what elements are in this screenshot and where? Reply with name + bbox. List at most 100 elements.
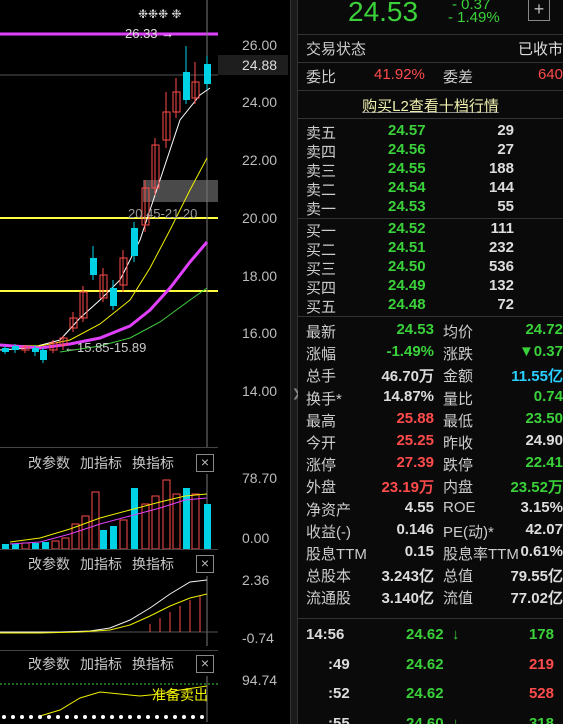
edit-params-button[interactable]: 改参数	[28, 654, 70, 674]
bid-row[interactable]: 买四 24.49 132	[298, 277, 563, 297]
level-price: 24.57	[388, 122, 426, 139]
tick-row[interactable]: :55 24.60 ↓ 318	[298, 715, 563, 724]
macd-chart[interactable]	[0, 576, 218, 646]
trade-status-row: 交易状态 已收市	[298, 38, 563, 60]
stat-label: 换手*	[306, 390, 342, 408]
panel-divider[interactable]: ❯	[290, 0, 301, 724]
stat-value: 3.243亿	[381, 568, 434, 586]
level-price: 24.49	[388, 277, 426, 294]
level-volume: 232	[488, 239, 514, 256]
stat-label: 总值	[443, 568, 474, 586]
bid-row[interactable]: 买一 24.52 111	[298, 220, 563, 240]
level-label: 卖五	[306, 125, 337, 142]
signal-dot	[83, 715, 87, 719]
candle	[183, 46, 190, 104]
add-indicator-button[interactable]: 加指标	[80, 554, 122, 574]
signal-dot	[56, 715, 60, 719]
level-volume: 111	[490, 220, 514, 237]
bid-row[interactable]: 买五 24.48 72	[298, 296, 563, 316]
price-axis-label: 26.00	[242, 37, 278, 53]
level-label: 买一	[306, 223, 337, 240]
price-change-pct: - 1.49%	[448, 9, 500, 26]
macd-axis-top: 2.36	[242, 572, 270, 588]
add-indicator-button[interactable]: 加指标	[80, 453, 122, 473]
tick-volume: 318	[528, 714, 554, 724]
macd-dea-line	[0, 593, 208, 634]
tick-row[interactable]: :52 24.62 528	[298, 685, 563, 707]
volume-bar	[162, 479, 171, 549]
add-indicator-button[interactable]: 加指标	[80, 654, 122, 674]
stat-row: 最高 25.88 最低 23.50	[298, 410, 563, 430]
switch-indicator-button[interactable]: 换指标	[132, 453, 174, 473]
l2-upgrade-link[interactable]: 购买L2查看十档行情	[362, 98, 499, 115]
stat-value: 25.25	[396, 432, 434, 449]
price-axis-label: 14.00	[242, 383, 278, 399]
stat-value: 79.55亿	[510, 568, 563, 586]
chart-area[interactable]: ❉❉❉ ❉ 26.33 → 20.45-21.20 ←15.85-15.89 2…	[0, 0, 290, 724]
tick-volume: 178	[528, 626, 554, 643]
collapse-arrow-icon[interactable]: ❯	[292, 382, 301, 406]
tick-price: 24.62	[406, 685, 444, 702]
stat-value: 0.61%	[520, 543, 563, 560]
signal-chart[interactable]: 准备卖出	[0, 676, 218, 722]
level-price: 24.51	[388, 239, 426, 256]
quote-header: 24.53 - 0.37 - 1.49% +	[298, 0, 563, 28]
ask-row[interactable]: 卖五 24.57 29	[298, 122, 563, 142]
panel-separator	[0, 549, 218, 550]
signal-dot	[101, 715, 105, 719]
volume-axis-bottom: 0.00	[242, 530, 270, 546]
volume-chart[interactable]	[0, 474, 218, 549]
edit-params-button[interactable]: 改参数	[28, 453, 70, 473]
level-label: 卖二	[306, 182, 337, 199]
level-volume: 144	[488, 179, 514, 196]
stat-value: -1.49%	[386, 343, 434, 361]
candle	[131, 222, 138, 262]
volume-bar	[191, 493, 200, 549]
candle	[172, 78, 181, 118]
signal-dot	[110, 715, 114, 719]
stat-label: 总股本	[306, 568, 352, 586]
signal-dot	[119, 715, 123, 719]
stat-row: 最新 24.53 均价 24.72	[298, 321, 563, 341]
ask-row[interactable]: 卖四 24.56 27	[298, 141, 563, 161]
separator	[298, 618, 563, 619]
candlestick-chart[interactable]: ❉❉❉ ❉ 26.33 → 20.45-21.20 ←15.85-15.89	[0, 0, 218, 447]
bid-row[interactable]: 买三 24.50 536	[298, 258, 563, 278]
stat-row: 流通股 3.140亿 流值 77.02亿	[298, 587, 563, 607]
add-watchlist-button[interactable]: +	[528, 0, 550, 21]
range-lower-label: ←15.85-15.89	[64, 340, 146, 355]
stat-label: 总手	[306, 368, 337, 386]
volume-bar	[204, 504, 211, 549]
switch-indicator-button[interactable]: 换指标	[132, 554, 174, 574]
stat-label: 金额	[443, 368, 474, 386]
ask-row[interactable]: 卖二 24.54 144	[298, 179, 563, 199]
close-icon[interactable]: ×	[196, 655, 214, 673]
switch-indicator-button[interactable]: 换指标	[132, 654, 174, 674]
stat-value: 23.50	[525, 409, 563, 427]
volume-bar	[131, 488, 138, 549]
level-label: 卖一	[306, 201, 337, 218]
volume-bar	[81, 515, 90, 549]
tick-arrow-icon: ↓	[452, 626, 460, 643]
candle	[99, 268, 108, 302]
ask-row[interactable]: 卖一 24.53 55	[298, 198, 563, 218]
bid-row[interactable]: 买二 24.51 232	[298, 239, 563, 259]
tick-time: :49	[328, 655, 350, 673]
volume-bar	[61, 537, 70, 549]
tick-row[interactable]: :49 24.62 219	[298, 656, 563, 678]
tick-row[interactable]: 14:56 24.62 ↓ 178	[298, 626, 563, 648]
level-price: 24.52	[388, 220, 426, 237]
close-icon[interactable]: ×	[196, 555, 214, 573]
separator	[298, 218, 563, 219]
edit-params-button[interactable]: 改参数	[28, 554, 70, 574]
stat-label: 外盘	[306, 479, 337, 497]
tick-time: :52	[328, 685, 350, 702]
stat-label: 股息率TTM	[443, 546, 519, 563]
ask-row[interactable]: 卖三 24.55 188	[298, 160, 563, 180]
tick-price: 24.60	[406, 714, 444, 724]
close-icon[interactable]: ×	[196, 454, 214, 472]
price-axis-label: 22.00	[242, 152, 278, 168]
level-label: 卖三	[306, 163, 337, 180]
stat-row: 换手* 14.87% 量比 0.74	[298, 388, 563, 408]
stat-row: 总手 46.70万 金额 11.55亿	[298, 365, 563, 385]
